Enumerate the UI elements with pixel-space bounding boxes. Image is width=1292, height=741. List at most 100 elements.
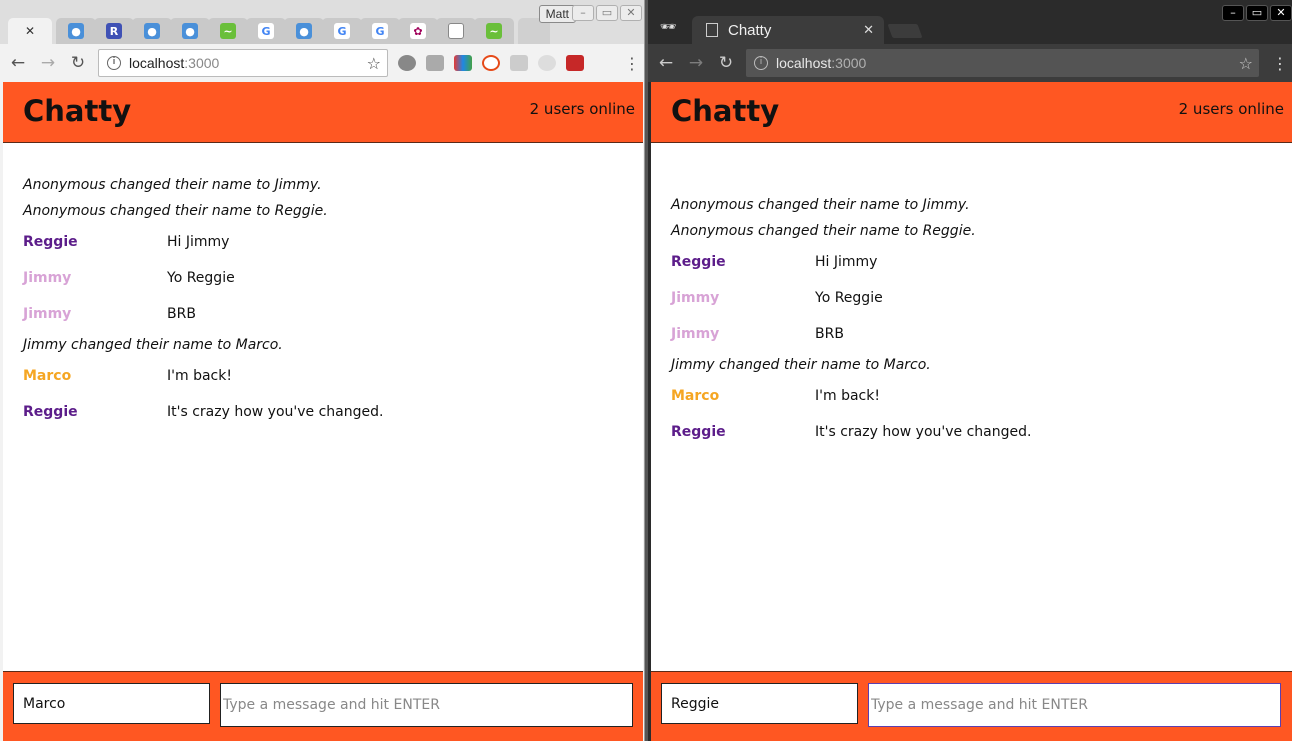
paw-icon: ● xyxy=(144,23,160,39)
address-bar[interactable]: i localhost:3000 ☆ xyxy=(98,49,388,77)
chat-message: Reggie Hi Jimmy xyxy=(23,224,623,260)
chat-bar xyxy=(651,671,1292,741)
info-icon[interactable]: i xyxy=(107,56,121,70)
system-notification: Anonymous changed their name to Jimmy. xyxy=(23,177,322,193)
username-input[interactable] xyxy=(13,683,210,724)
message-content: BRB xyxy=(815,326,844,342)
r-icon: R xyxy=(106,23,122,39)
message-username: Marco xyxy=(23,368,72,384)
info-icon[interactable]: i xyxy=(754,56,768,70)
tab[interactable]: ~ xyxy=(208,18,248,44)
back-icon[interactable]: ← xyxy=(654,51,678,75)
menu-icon[interactable]: ⋮ xyxy=(624,54,640,73)
extension-drive-icon[interactable] xyxy=(454,55,472,71)
message-username: Reggie xyxy=(23,234,78,250)
paw-icon: ● xyxy=(296,23,312,39)
tab[interactable]: ● xyxy=(284,18,324,44)
address-bar[interactable]: i localhost:3000 ☆ xyxy=(746,49,1259,77)
close-window-button[interactable]: ✕ xyxy=(1270,5,1292,21)
extension-grid-icon[interactable] xyxy=(566,55,584,71)
minimize-button[interactable]: – xyxy=(572,5,594,21)
extension-block-icon[interactable] xyxy=(482,55,500,71)
minimize-button[interactable]: – xyxy=(1222,5,1244,21)
doc-icon xyxy=(448,23,464,39)
tab-active[interactable]: ✕ xyxy=(8,18,52,44)
system-notification: Anonymous changed their name to Reggie. xyxy=(23,203,328,219)
chat-bar xyxy=(3,671,643,741)
message-content: I'm back! xyxy=(167,368,232,384)
tab[interactable]: G xyxy=(360,18,400,44)
google-icon: G xyxy=(334,23,350,39)
chat-message: Jimmy BRB xyxy=(671,316,1271,352)
tab-strip: ✕ ● R ● ● ~ G ● G G ✿ ~ Matt – ▭ ✕ xyxy=(0,0,644,44)
profile-button[interactable]: Matt xyxy=(538,5,576,23)
system-notification: Jimmy changed their name to Marco. xyxy=(23,337,283,353)
browser-window-left: ✕ ● R ● ● ~ G ● G G ✿ ~ Matt – ▭ ✕ ← → ↻… xyxy=(0,0,645,741)
username-input[interactable] xyxy=(661,683,858,724)
message-username: Jimmy xyxy=(23,306,72,322)
reload-icon[interactable]: ↻ xyxy=(66,51,90,75)
tab[interactable] xyxy=(436,18,476,44)
tab[interactable]: G xyxy=(322,18,362,44)
tab[interactable]: G xyxy=(246,18,286,44)
doc-icon xyxy=(706,23,718,37)
tab-active[interactable]: Chatty ✕ xyxy=(692,16,884,44)
close-icon[interactable]: ✕ xyxy=(25,24,35,38)
close-icon[interactable]: ✕ xyxy=(863,23,874,38)
url-port: :3000 xyxy=(831,55,867,71)
bookmark-star-icon[interactable]: ☆ xyxy=(367,54,381,73)
tab-title: Chatty xyxy=(728,21,772,39)
code-icon: ~ xyxy=(220,23,236,39)
new-tab-button[interactable] xyxy=(887,24,923,38)
incognito-icon: 🕶 xyxy=(659,20,677,35)
users-online-count: 2 users online xyxy=(1178,100,1284,118)
message-content: Yo Reggie xyxy=(167,270,235,286)
bookmark-star-icon[interactable]: ☆ xyxy=(1239,54,1253,73)
message-input[interactable] xyxy=(868,683,1281,727)
forward-icon[interactable]: → xyxy=(684,51,708,75)
browser-toolbar: ← → ↻ i localhost:3000 ☆ ⋮ xyxy=(648,44,1292,82)
menu-icon[interactable]: ⋮ xyxy=(1272,54,1288,73)
tab[interactable]: ● xyxy=(170,18,210,44)
url-port: :3000 xyxy=(184,55,220,71)
paw-icon: ● xyxy=(68,23,84,39)
message-content: Hi Jimmy xyxy=(167,234,230,250)
message-username: Reggie xyxy=(671,424,726,440)
app-title: Chatty xyxy=(671,94,780,128)
users-online-count: 2 users online xyxy=(529,100,635,118)
tab[interactable]: ~ xyxy=(474,18,514,44)
message-content: Hi Jimmy xyxy=(815,254,878,270)
forward-icon[interactable]: → xyxy=(36,51,60,75)
maximize-button[interactable]: ▭ xyxy=(1246,5,1268,21)
app-title: Chatty xyxy=(23,94,132,128)
message-content: It's crazy how you've changed. xyxy=(815,424,1032,440)
extension-gear-icon[interactable] xyxy=(398,55,416,71)
app-header: Chatty 2 users online xyxy=(651,82,1292,143)
tab[interactable]: ● xyxy=(56,18,96,44)
message-username: Jimmy xyxy=(671,290,720,306)
chat-message: Jimmy Yo Reggie xyxy=(671,280,1271,316)
close-window-button[interactable]: ✕ xyxy=(620,5,642,21)
pawprint-icon: ✿ xyxy=(410,23,426,39)
message-username: Reggie xyxy=(671,254,726,270)
tab[interactable]: ● xyxy=(132,18,172,44)
back-icon[interactable]: ← xyxy=(6,51,30,75)
url-text[interactable]: localhost:3000 xyxy=(776,55,1239,71)
google-icon: G xyxy=(372,23,388,39)
extension-doc-icon[interactable] xyxy=(510,55,528,71)
extension-leaf-icon[interactable] xyxy=(538,55,556,71)
message-username: Reggie xyxy=(23,404,78,420)
paw-icon: ● xyxy=(182,23,198,39)
tab[interactable]: ✿ xyxy=(398,18,438,44)
message-content: Yo Reggie xyxy=(815,290,883,306)
message-input[interactable] xyxy=(220,683,633,727)
chat-message: Marco I'm back! xyxy=(671,378,1271,414)
reload-icon[interactable]: ↻ xyxy=(714,51,738,75)
browser-window-right: 🕶 Chatty ✕ – ▭ ✕ ← → ↻ i localhost:3000 … xyxy=(648,0,1292,741)
tab[interactable]: R xyxy=(94,18,134,44)
message-content: I'm back! xyxy=(815,388,880,404)
extension-card-icon[interactable] xyxy=(426,55,444,71)
chat-message: Reggie Hi Jimmy xyxy=(671,244,1271,280)
url-text[interactable]: localhost:3000 xyxy=(129,55,367,71)
maximize-button[interactable]: ▭ xyxy=(596,5,618,21)
